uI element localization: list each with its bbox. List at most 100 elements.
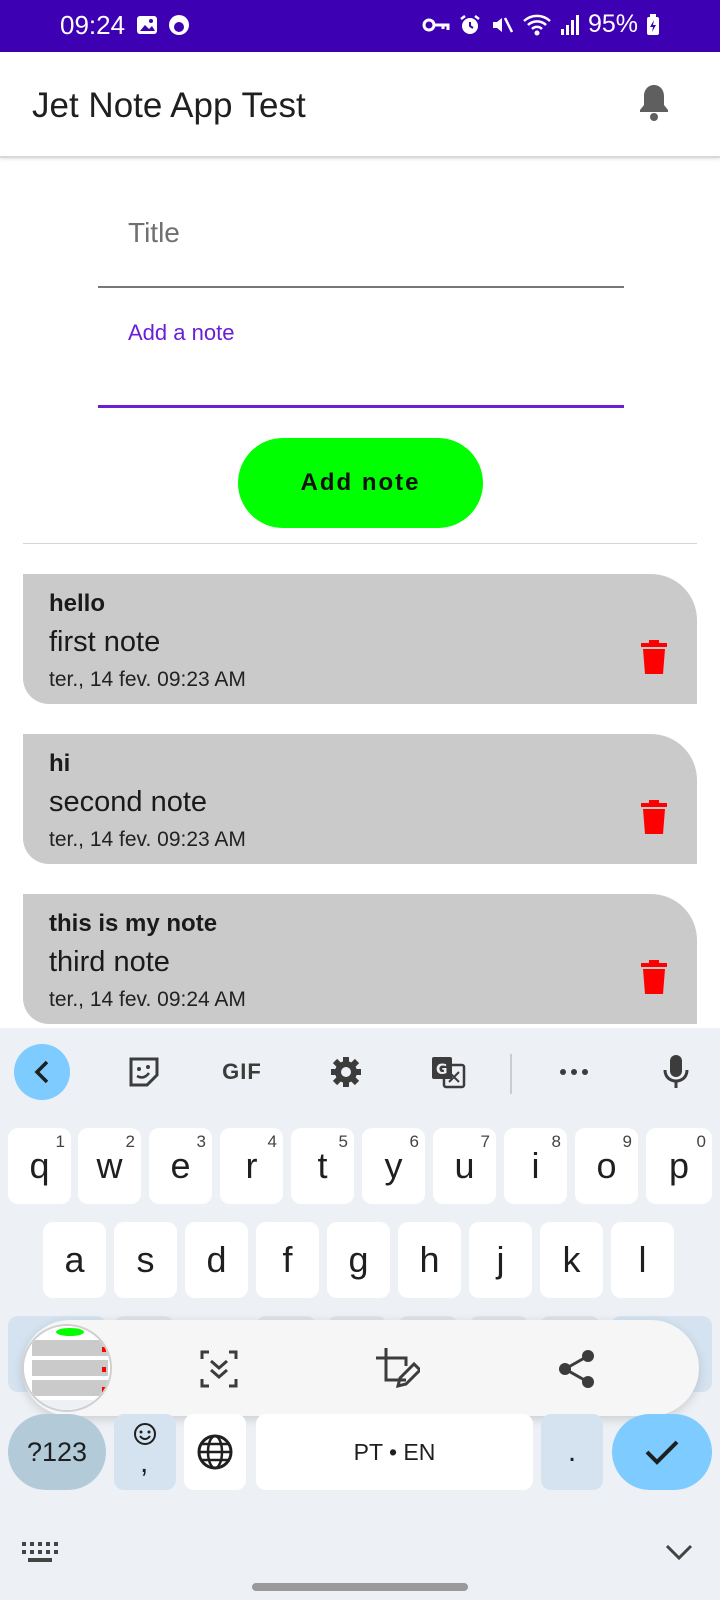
globe-icon bbox=[197, 1434, 233, 1470]
keyboard: GIF G bbox=[0, 1028, 720, 1600]
key-j[interactable]: j bbox=[469, 1222, 532, 1298]
key-f[interactable]: f bbox=[256, 1222, 319, 1298]
gear-icon bbox=[331, 1057, 361, 1087]
key-hint: 1 bbox=[55, 1132, 65, 1151]
key-hint: 8 bbox=[551, 1132, 561, 1151]
keyboard-back-button[interactable] bbox=[14, 1044, 70, 1100]
scroll-capture-button[interactable] bbox=[196, 1346, 242, 1392]
key-w[interactable]: w2 bbox=[78, 1128, 141, 1204]
title-input[interactable]: Title bbox=[98, 195, 624, 288]
gif-button[interactable]: GIF bbox=[214, 1044, 270, 1100]
hide-keyboard-icon[interactable] bbox=[664, 1542, 694, 1562]
bell-icon[interactable] bbox=[636, 82, 672, 122]
key-hint: 2 bbox=[125, 1132, 135, 1151]
done-key[interactable] bbox=[612, 1414, 712, 1490]
wifi-icon bbox=[523, 14, 551, 35]
key-y[interactable]: y6 bbox=[362, 1128, 425, 1204]
gif-label: GIF bbox=[222, 1059, 262, 1084]
note-title: this is my note bbox=[49, 910, 218, 937]
key-hint: 5 bbox=[338, 1132, 348, 1151]
home-indicator[interactable] bbox=[252, 1583, 468, 1591]
signal-icon bbox=[560, 14, 579, 35]
battery-percent: 95% bbox=[587, 10, 638, 38]
gallery-icon bbox=[137, 16, 157, 34]
more-button[interactable] bbox=[546, 1044, 602, 1100]
key-hint: 9 bbox=[622, 1132, 632, 1151]
divider bbox=[23, 543, 697, 544]
key-label: u bbox=[454, 1145, 475, 1186]
key-icon bbox=[422, 18, 450, 31]
emoji-icon bbox=[134, 1423, 156, 1445]
key-q[interactable]: q1 bbox=[8, 1128, 71, 1204]
screenshot-thumbnail[interactable] bbox=[22, 1324, 112, 1412]
battery-icon bbox=[647, 13, 659, 35]
key-d[interactable]: d bbox=[185, 1222, 248, 1298]
key-k[interactable]: k bbox=[540, 1222, 603, 1298]
emoji-comma-key[interactable]: , bbox=[114, 1414, 176, 1490]
note-input[interactable]: Add a note bbox=[98, 306, 624, 408]
key-s[interactable]: s bbox=[114, 1222, 177, 1298]
key-hint: 3 bbox=[196, 1132, 206, 1151]
note-card[interactable]: hi second note ter., 14 fev. 09:23 AM bbox=[23, 734, 697, 864]
settings-button[interactable] bbox=[318, 1044, 374, 1100]
screenshot-preview-image bbox=[24, 1326, 110, 1410]
crop-edit-icon bbox=[376, 1348, 420, 1389]
notes-list: hello first note ter., 14 fev. 09:23 AM … bbox=[23, 574, 697, 1054]
translate-icon: G bbox=[432, 1057, 466, 1089]
key-h[interactable]: h bbox=[398, 1222, 461, 1298]
key-label: i bbox=[531, 1145, 540, 1186]
key-l[interactable]: l bbox=[611, 1222, 674, 1298]
svg-text:G: G bbox=[436, 1062, 448, 1078]
key-t[interactable]: t5 bbox=[291, 1128, 354, 1204]
symbols-key[interactable]: ?123 bbox=[8, 1414, 106, 1490]
note-card[interactable]: hello first note ter., 14 fev. 09:23 AM bbox=[23, 574, 697, 704]
key-hint: 7 bbox=[480, 1132, 490, 1151]
key-i[interactable]: i8 bbox=[504, 1128, 567, 1204]
note-card[interactable]: this is my note third note ter., 14 fev.… bbox=[23, 894, 697, 1024]
more-icon bbox=[560, 1069, 588, 1075]
keyboard-toolbar: GIF G bbox=[0, 1028, 720, 1116]
sticker-icon bbox=[129, 1057, 159, 1087]
app-title: Jet Note App Test bbox=[32, 86, 306, 125]
translate-button[interactable]: G bbox=[420, 1044, 476, 1100]
note-body: first note bbox=[49, 626, 161, 658]
delete-icon[interactable] bbox=[641, 640, 667, 674]
alarm-icon bbox=[460, 14, 480, 34]
delete-icon[interactable] bbox=[641, 800, 667, 834]
period-key[interactable]: . bbox=[541, 1414, 603, 1490]
scroll-capture-icon bbox=[200, 1350, 238, 1388]
key-hint: 0 bbox=[696, 1132, 706, 1151]
note-body: third note bbox=[49, 946, 170, 978]
key-hint: 6 bbox=[409, 1132, 419, 1151]
key-g[interactable]: g bbox=[327, 1222, 390, 1298]
key-label: y bbox=[384, 1145, 403, 1186]
key-label: o bbox=[596, 1145, 617, 1186]
voice-input-button[interactable] bbox=[648, 1044, 704, 1100]
key-label: w bbox=[96, 1145, 123, 1186]
microphone-icon bbox=[663, 1055, 689, 1088]
delete-icon[interactable] bbox=[641, 960, 667, 994]
share-icon bbox=[559, 1350, 594, 1388]
key-label: q bbox=[29, 1145, 50, 1186]
key-label: p bbox=[668, 1145, 690, 1186]
app-notification-icon bbox=[169, 15, 189, 35]
language-key[interactable] bbox=[184, 1414, 246, 1490]
note-title: hello bbox=[49, 590, 106, 617]
key-p[interactable]: p0 bbox=[646, 1128, 712, 1204]
add-note-button[interactable]: Add note bbox=[238, 438, 483, 528]
key-e[interactable]: e3 bbox=[149, 1128, 212, 1204]
share-screenshot-button[interactable] bbox=[554, 1346, 600, 1392]
key-hint: 4 bbox=[267, 1132, 277, 1151]
key-o[interactable]: o9 bbox=[575, 1128, 638, 1204]
key-r[interactable]: r4 bbox=[220, 1128, 283, 1204]
space-key[interactable]: PT • EN bbox=[256, 1414, 533, 1490]
keyboard-switch-icon[interactable] bbox=[22, 1540, 58, 1564]
screenshot-toolbar bbox=[22, 1320, 699, 1416]
toolbar-separator bbox=[510, 1054, 512, 1094]
edit-screenshot-button[interactable] bbox=[374, 1346, 420, 1392]
key-a[interactable]: a bbox=[43, 1222, 106, 1298]
key-u[interactable]: u7 bbox=[433, 1128, 496, 1204]
status-right: 95% bbox=[422, 10, 660, 39]
sticker-button[interactable] bbox=[116, 1044, 172, 1100]
note-date: ter., 14 fev. 09:23 AM bbox=[49, 668, 246, 691]
